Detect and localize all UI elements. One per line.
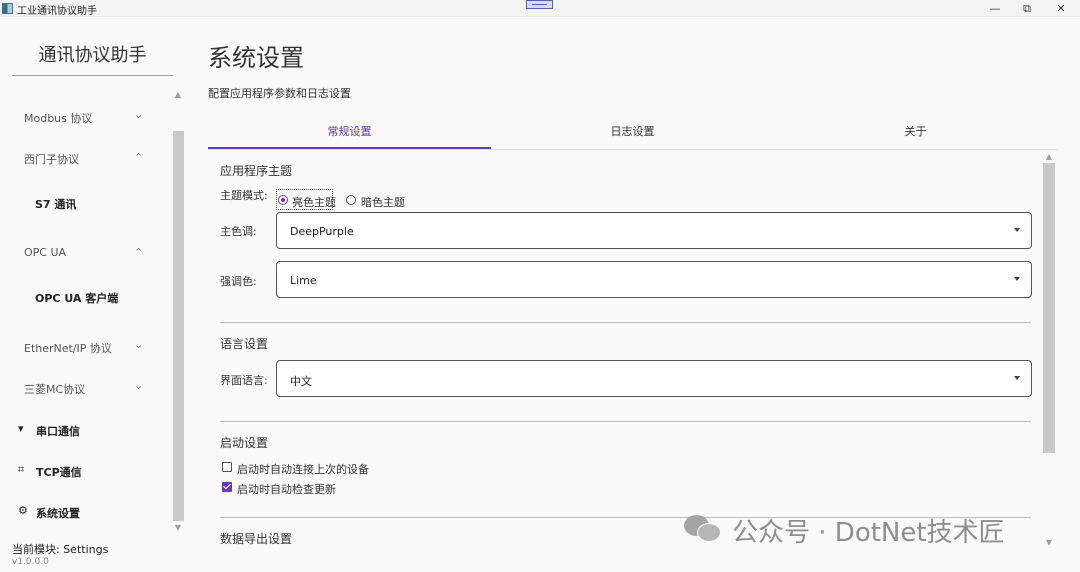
gear-icon: ⚙: [18, 504, 28, 517]
sidebar-item-siemens[interactable]: 西门子协议 ⌃: [0, 143, 160, 173]
accent-color-value: Lime: [290, 274, 317, 287]
primary-color-select[interactable]: DeepPurple: [276, 212, 1032, 249]
sidebar-item-serial[interactable]: ▾ 串口通信: [0, 415, 160, 445]
sidebar-item-label: Modbus 协议: [24, 112, 93, 125]
sidebar-item-label: OPC UA: [24, 246, 67, 259]
brand-divider: [12, 75, 173, 76]
sidebar-item-label: 串口通信: [36, 425, 80, 438]
section-divider: [220, 322, 1031, 323]
chevron-down-icon: ⌄: [134, 338, 144, 351]
page-subtitle: 配置应用程序参数和日志设置: [208, 87, 351, 100]
close-icon[interactable]: ✕: [1044, 0, 1078, 17]
sidebar-item-settings[interactable]: ⚙ 系统设置: [0, 497, 160, 527]
settings-tabs: 常规设置 日志设置 关于: [208, 119, 1057, 150]
sidebar-item-opcua-client[interactable]: OPC UA 客户端: [0, 282, 160, 312]
sidebar-item-label: TCP通信: [36, 466, 82, 479]
export-section-heading: 数据导出设置: [220, 532, 293, 546]
sidebar-item-label: 系统设置: [36, 507, 80, 520]
radio-light-theme[interactable]: [278, 195, 288, 205]
sidebar-item-label: 三菱MC协议: [24, 383, 86, 396]
sidebar-item-ethernetip[interactable]: EtherNet/IP 协议 ⌄: [0, 332, 160, 362]
ui-language-label: 界面语言:: [220, 374, 268, 387]
sidebar-item-tcp[interactable]: ⌗ TCP通信: [0, 456, 160, 486]
current-module-status: 当前模块: Settings: [12, 543, 109, 556]
sidebar-item-label: 西门子协议: [24, 153, 79, 166]
watermark: 公众号 · DotNet技术匠: [684, 511, 1044, 548]
radio-light-label: 亮色主题: [292, 196, 336, 209]
section-divider: [220, 421, 1031, 422]
network-icon: ⌗: [18, 463, 25, 476]
chevron-up-icon: ⌃: [134, 246, 144, 259]
page-title: 系统设置: [208, 44, 304, 72]
theme-mode-label: 主题模式:: [220, 189, 268, 202]
dropdown-arrow-icon: [1014, 277, 1020, 281]
dropdown-arrow-icon: [1014, 228, 1020, 232]
sidebar-item-label: EtherNet/IP 协议: [24, 342, 112, 355]
window-title: 工业通讯协议助手: [17, 6, 97, 17]
sidebar-brand: 通讯协议助手: [38, 45, 147, 66]
sidebar-item-opcua[interactable]: OPC UA ⌃: [0, 238, 160, 268]
minimize-icon[interactable]: —: [978, 0, 1012, 17]
accent-color-select[interactable]: Lime: [276, 261, 1032, 298]
serial-port-icon: ▾: [18, 422, 24, 435]
sidebar-item-label: OPC UA 客户端: [35, 292, 119, 305]
sidebar-item-s7[interactable]: S7 通讯: [0, 188, 160, 218]
auto-connect-label: 启动时自动连接上次的设备: [237, 463, 369, 476]
sidebar-scroll-down-icon[interactable]: ▼: [172, 522, 184, 534]
sidebar: 通讯协议助手 ▲ ▼ Modbus 协议 ⌄ 西门子协议 ⌃ S7 通讯 OPC…: [0, 17, 186, 572]
drag-handle[interactable]: [526, 0, 553, 9]
tab-logging[interactable]: 日志设置: [491, 119, 774, 150]
primary-color-label: 主色调:: [220, 225, 257, 238]
sidebar-item-mitsubishi[interactable]: 三菱MC协议 ⌄: [0, 373, 160, 403]
ui-language-value: 中文: [290, 375, 312, 388]
sidebar-item-modbus[interactable]: Modbus 协议 ⌄: [0, 102, 160, 132]
chevron-down-icon: ⌄: [134, 108, 144, 121]
sidebar-scroll-up-icon[interactable]: ▲: [172, 89, 184, 101]
content-scroll-down-icon[interactable]: ▼: [1043, 537, 1055, 548]
startup-section-heading: 启动设置: [220, 436, 269, 450]
auto-connect-checkbox[interactable]: [222, 462, 232, 472]
radio-dark-label: 暗色主题: [361, 196, 405, 209]
language-section-heading: 语言设置: [220, 337, 269, 351]
active-tab-indicator: [208, 147, 491, 149]
app-version: v1.0.0.0: [12, 557, 49, 567]
wechat-icon: [684, 515, 722, 543]
window-titlebar: 工业通讯协议助手 — ⧉ ✕: [0, 0, 1080, 17]
content-scrollbar[interactable]: [1043, 163, 1055, 453]
accent-color-label: 强调色:: [220, 275, 257, 288]
theme-section-heading: 应用程序主题: [220, 164, 293, 178]
restore-icon[interactable]: ⧉: [1010, 0, 1044, 17]
content-scroll-up-icon[interactable]: ▲: [1043, 151, 1055, 162]
sidebar-scrollbar[interactable]: [173, 131, 184, 521]
tab-general[interactable]: 常规设置: [208, 119, 491, 150]
sidebar-item-label: S7 通讯: [35, 198, 77, 211]
radio-dark-theme[interactable]: [346, 195, 356, 205]
app-icon: [2, 3, 13, 14]
chevron-up-icon: ⌃: [134, 151, 144, 164]
ui-language-select[interactable]: 中文: [276, 360, 1032, 397]
auto-update-label: 启动时自动检查更新: [237, 483, 336, 496]
dropdown-arrow-icon: [1014, 376, 1020, 380]
watermark-text: 公众号 · DotNet技术匠: [732, 518, 1005, 548]
tab-about[interactable]: 关于: [774, 119, 1057, 150]
primary-color-value: DeepPurple: [290, 225, 354, 238]
chevron-down-icon: ⌄: [134, 379, 144, 392]
auto-update-checkbox[interactable]: [222, 482, 232, 492]
